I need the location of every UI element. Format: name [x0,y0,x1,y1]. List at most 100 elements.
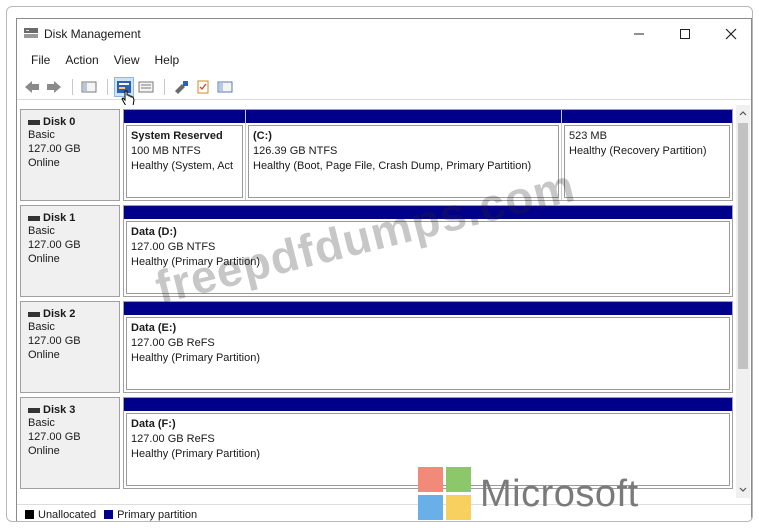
close-button[interactable] [711,23,751,45]
disk-label: Disk 1 [43,212,76,224]
partition-strip-1: Data (D:) 127.00 GB NTFS Healthy (Primar… [123,205,733,297]
chevron-up-icon [739,111,747,116]
menu-bar: File Action View Help [17,51,751,71]
partition-body: Data (D:) 127.00 GB NTFS Healthy (Primar… [126,221,730,294]
partition-health: Healthy (System, Act [131,160,234,172]
partition-d[interactable]: Data (D:) 127.00 GB NTFS Healthy (Primar… [124,206,732,296]
partition-strip-0: System Reserved 100 MB NTFS Healthy (Sys… [123,109,733,201]
legend-bar: Unallocated Primary partition [17,504,751,521]
partition-e[interactable]: Data (E:) 127.00 GB ReFS Healthy (Primar… [124,302,732,392]
minimize-icon [634,33,644,35]
disk-size: 127.00 GB [28,239,81,251]
disk-type: Basic [28,129,55,141]
connect-icon [175,80,188,94]
disk-name: Disk 0 [28,116,119,128]
disk-status: Online [28,349,60,361]
partition-fs: 100 MB NTFS [131,145,201,157]
maximize-button[interactable] [665,23,705,45]
maximize-icon [680,29,690,39]
partition-fs: 127.00 GB NTFS [131,241,216,253]
partition-body: System Reserved 100 MB NTFS Healthy (Sys… [126,125,243,198]
partition-health: Healthy (Boot, Page File, Crash Dump, Pr… [253,160,532,172]
microsoft-logo-text: Microsoft [480,472,639,515]
partition-body: Data (E:) 127.00 GB ReFS Healthy (Primar… [126,317,730,390]
microsoft-logo-icon [418,467,472,521]
partition-system-reserved[interactable]: System Reserved 100 MB NTFS Healthy (Sys… [124,110,246,200]
partition-health: Healthy (Primary Partition) [131,256,260,268]
disk-size: 127.00 GB [28,335,81,347]
scroll-down-button[interactable] [736,484,750,496]
unallocated-swatch [25,510,34,519]
partition-fs: 126.39 GB NTFS [253,145,338,157]
toolbar-separator [72,78,73,95]
menu-file[interactable]: File [24,51,58,71]
title-bar: Disk Management [17,19,751,49]
chevron-down-icon [739,487,747,492]
panel-icon [217,81,233,92]
disk-type: Basic [28,417,55,429]
menu-help[interactable]: Help [148,51,188,71]
back-button[interactable] [22,77,42,97]
disk-management-app-icon [24,28,38,38]
menu-action[interactable]: Action [58,51,106,71]
partition-health: Healthy (Primary Partition) [131,352,260,364]
disk-type: Basic [28,321,55,333]
toolbar-separator [107,78,108,95]
disk-name: Disk 1 [28,212,119,224]
close-icon [725,28,737,40]
checklist-button[interactable] [193,77,213,97]
minimize-button[interactable] [619,23,659,45]
legend-unallocated: Unallocated [38,508,97,521]
disk-status: Online [28,157,60,169]
partition-bar [246,110,561,123]
connect-button[interactable] [171,77,191,97]
partition-title: Data (F:) [131,418,176,430]
disk-list-icon [138,81,154,92]
disk-info-1[interactable]: Disk 1 Basic 127.00 GB Online [20,205,120,297]
graphical-disk-view: Disk 0 Basic 127.00 GB Online System Res… [20,105,736,498]
disk-management-window: Disk Management File Action View Help Di… [16,18,752,521]
menu-view[interactable]: View [107,51,148,71]
logo-square-green [446,467,471,492]
disk-size: 127.00 GB [28,143,81,155]
disk-list-button[interactable] [136,77,156,97]
forward-arrow-icon [47,80,61,93]
vertical-scrollbar[interactable] [736,105,750,498]
partition-fs: 523 MB [569,130,607,142]
partition-recovery[interactable]: 523 MB Healthy (Recovery Partition) [562,110,732,200]
logo-square-blue [418,495,443,520]
disk-info-0[interactable]: Disk 0 Basic 127.00 GB Online [20,109,120,201]
partition-strip-2: Data (E:) 127.00 GB ReFS Healthy (Primar… [123,301,733,393]
disk-status: Online [28,445,60,457]
disk-name: Disk 3 [28,404,119,416]
partition-health: Healthy (Recovery Partition) [569,145,707,157]
partition-c[interactable]: (C:) 126.39 GB NTFS Healthy (Boot, Page … [246,110,562,200]
scroll-up-button[interactable] [736,107,750,119]
partition-bar [124,398,732,411]
panel-button[interactable] [215,77,235,97]
disk-label: Disk 3 [43,404,76,416]
disk-type: Basic [28,225,55,237]
disk-icon [28,215,40,221]
partition-title: Data (D:) [131,226,177,238]
forward-button[interactable] [44,77,64,97]
disk-info-3[interactable]: Disk 3 Basic 127.00 GB Online [20,397,120,489]
partition-bar [124,110,245,123]
disk-status: Online [28,253,60,265]
disk-row-1: Disk 1 Basic 127.00 GB Online Data (D:) … [20,205,736,297]
disk-row-0: Disk 0 Basic 127.00 GB Online System Res… [20,109,736,201]
partition-body: 523 MB Healthy (Recovery Partition) [564,125,730,198]
scroll-thumb[interactable] [738,123,748,369]
window-title: Disk Management [44,27,141,41]
disk-icon [28,119,40,125]
partition-bar [124,206,732,219]
toolbar-separator [164,78,165,95]
partition-health: Healthy (Primary Partition) [131,448,260,460]
console-tree-icon [81,81,97,92]
partition-body: (C:) 126.39 GB NTFS Healthy (Boot, Page … [248,125,559,198]
disk-info-2[interactable]: Disk 2 Basic 127.00 GB Online [20,301,120,393]
partition-title: (C:) [253,130,272,142]
show-hide-console-tree-button[interactable] [79,77,99,97]
disk-icon [28,407,40,413]
checklist-icon [197,80,209,93]
